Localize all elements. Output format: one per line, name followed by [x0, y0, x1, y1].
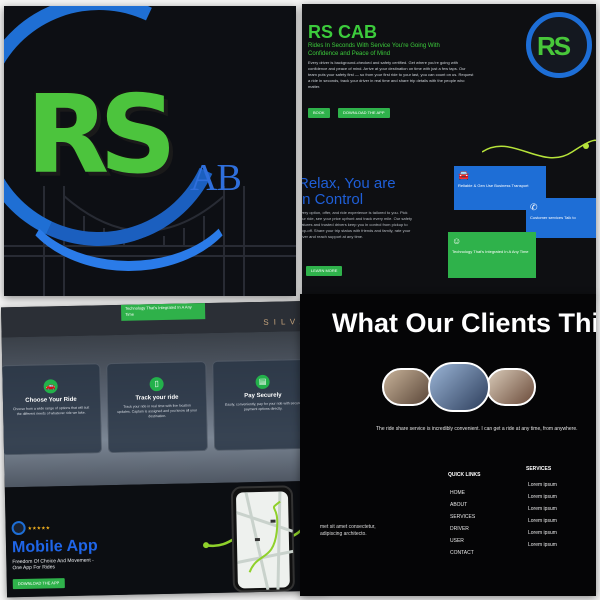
promo-collage: RS AB RS CAB Rides In Seconds With Servi… — [0, 0, 600, 600]
footer-service-item[interactable]: Lorem ipsum — [528, 518, 557, 524]
feature-desc: Choose from a wide range of options that… — [12, 405, 90, 417]
footer-link-user[interactable]: USER — [450, 538, 464, 544]
relax-title-line-2: In Control — [302, 191, 364, 208]
testimonial-quote: The ride share service is incredibly con… — [376, 426, 578, 432]
mobile-app-title: Mobile App — [11, 537, 98, 557]
car-icon: 🚘 — [458, 170, 470, 180]
feature-card-track-ride[interactable]: ▯ Track your ride Track your ride in rea… — [106, 361, 209, 454]
quick-links-heading: QUICK LINKS — [448, 472, 481, 478]
rating-stars: ★★★★★ — [27, 525, 51, 532]
map-screen — [235, 491, 294, 591]
clients-panel: What Our Clients Thin The ride share ser… — [300, 294, 596, 596]
download-app-button-2[interactable]: DOWNLOAD THE APP — [12, 578, 65, 590]
hero-logo: RS — [526, 12, 592, 78]
smile-icon: ☺ — [452, 236, 462, 246]
relax-paragraph: Every option, offer, and ride experience… — [302, 210, 413, 239]
service-card-transport-label: Reliable & Gen Use Business Transport — [458, 183, 529, 188]
feature-title: Pay Securely — [244, 392, 282, 400]
relax-title: Relax, You are In Control — [302, 176, 396, 208]
footer-address-line-1: met sit amet consectetur, — [320, 524, 376, 530]
relax-title-line-1: Relax, You are — [302, 175, 396, 192]
wallet-icon: ▤ — [255, 374, 270, 390]
technology-banner: Technology That's Integrated In A Any Ti… — [120, 301, 206, 321]
footer-link-driver[interactable]: DRIVER — [450, 526, 469, 532]
phone-icon: ✆ — [530, 202, 538, 212]
feature-card-choose-ride[interactable]: 🚗 Choose Your Ride Choose from a wide ra… — [0, 363, 103, 456]
map-icon — [235, 491, 294, 591]
client-avatars — [378, 358, 596, 418]
feature-card-pay-securely[interactable]: ▤ Pay Securely Easily, conveniently, pay… — [212, 358, 315, 451]
hero-panel: RS CAB Rides In Seconds With Service You… — [302, 4, 596, 296]
footer-link-contact[interactable]: CONTACT — [450, 550, 474, 556]
hero-subtitle: Rides In Seconds With Service You're Goi… — [308, 43, 440, 57]
download-app-button[interactable]: DOWNLOAD THE APP — [338, 108, 390, 118]
avatar[interactable] — [486, 368, 536, 406]
services-heading: SERVICES — [526, 466, 552, 472]
book-button[interactable]: BOOK — [308, 108, 330, 118]
service-card-support[interactable]: ✆ Customer services Talk to — [526, 198, 596, 238]
footer-service-item[interactable]: Lorem ipsum — [528, 542, 557, 548]
learn-more-button[interactable]: LEARN MORE — [306, 266, 343, 276]
footer-link-services[interactable]: SERVICES — [450, 514, 475, 520]
hero-paragraph: Every driver is background-checked and s… — [308, 60, 474, 89]
logo-cab-letters: AB — [190, 157, 242, 199]
logo-rs-letters: RS — [26, 73, 177, 198]
feature-title: Choose Your Ride — [25, 396, 77, 404]
footer-service-item[interactable]: Lorem ipsum — [528, 494, 557, 500]
avatar[interactable] — [382, 368, 432, 406]
feature-title: Track your ride — [135, 394, 179, 402]
feature-desc: Track your ride in real time with live l… — [117, 403, 198, 419]
service-card-technology-label: Technology That's Integrated In A Any Ti… — [452, 249, 529, 254]
clients-title: What Our Clients Thin — [332, 308, 596, 338]
service-card-technology[interactable]: ☺ Technology That's Integrated In A Any … — [448, 232, 536, 278]
hero-title: RS CAB — [308, 22, 378, 42]
footer-service-item[interactable]: Lorem ipsum — [528, 506, 557, 512]
car-icon: 🚗 — [43, 379, 58, 394]
app-panel: Technology That's Integrated In A Any Ti… — [0, 300, 328, 598]
mobile-app-subtitle: Freedom Of Choice And Movement - One App… — [12, 557, 94, 572]
hero-logo-letters: RS — [537, 31, 571, 61]
avatar[interactable] — [428, 362, 490, 412]
phone-icon: ▯ — [149, 376, 164, 392]
footer-link-about[interactable]: ABOUT — [450, 502, 467, 508]
footer-service-item[interactable]: Lorem ipsum — [528, 530, 557, 536]
footer-link-home[interactable]: HOME — [450, 490, 465, 496]
feature-desc: Easily, conveniently, pay for your ride … — [224, 401, 302, 412]
footer-address-line-2: adipiscing architecto. — [320, 531, 367, 537]
logo-panel: RS AB — [4, 6, 296, 296]
footer-address: met sit amet consectetur, adipiscing arc… — [320, 524, 376, 538]
phone-mockup — [230, 485, 296, 593]
footer-service-item[interactable]: Lorem ipsum — [528, 482, 557, 488]
service-card-support-label: Customer services Talk to — [530, 215, 576, 220]
